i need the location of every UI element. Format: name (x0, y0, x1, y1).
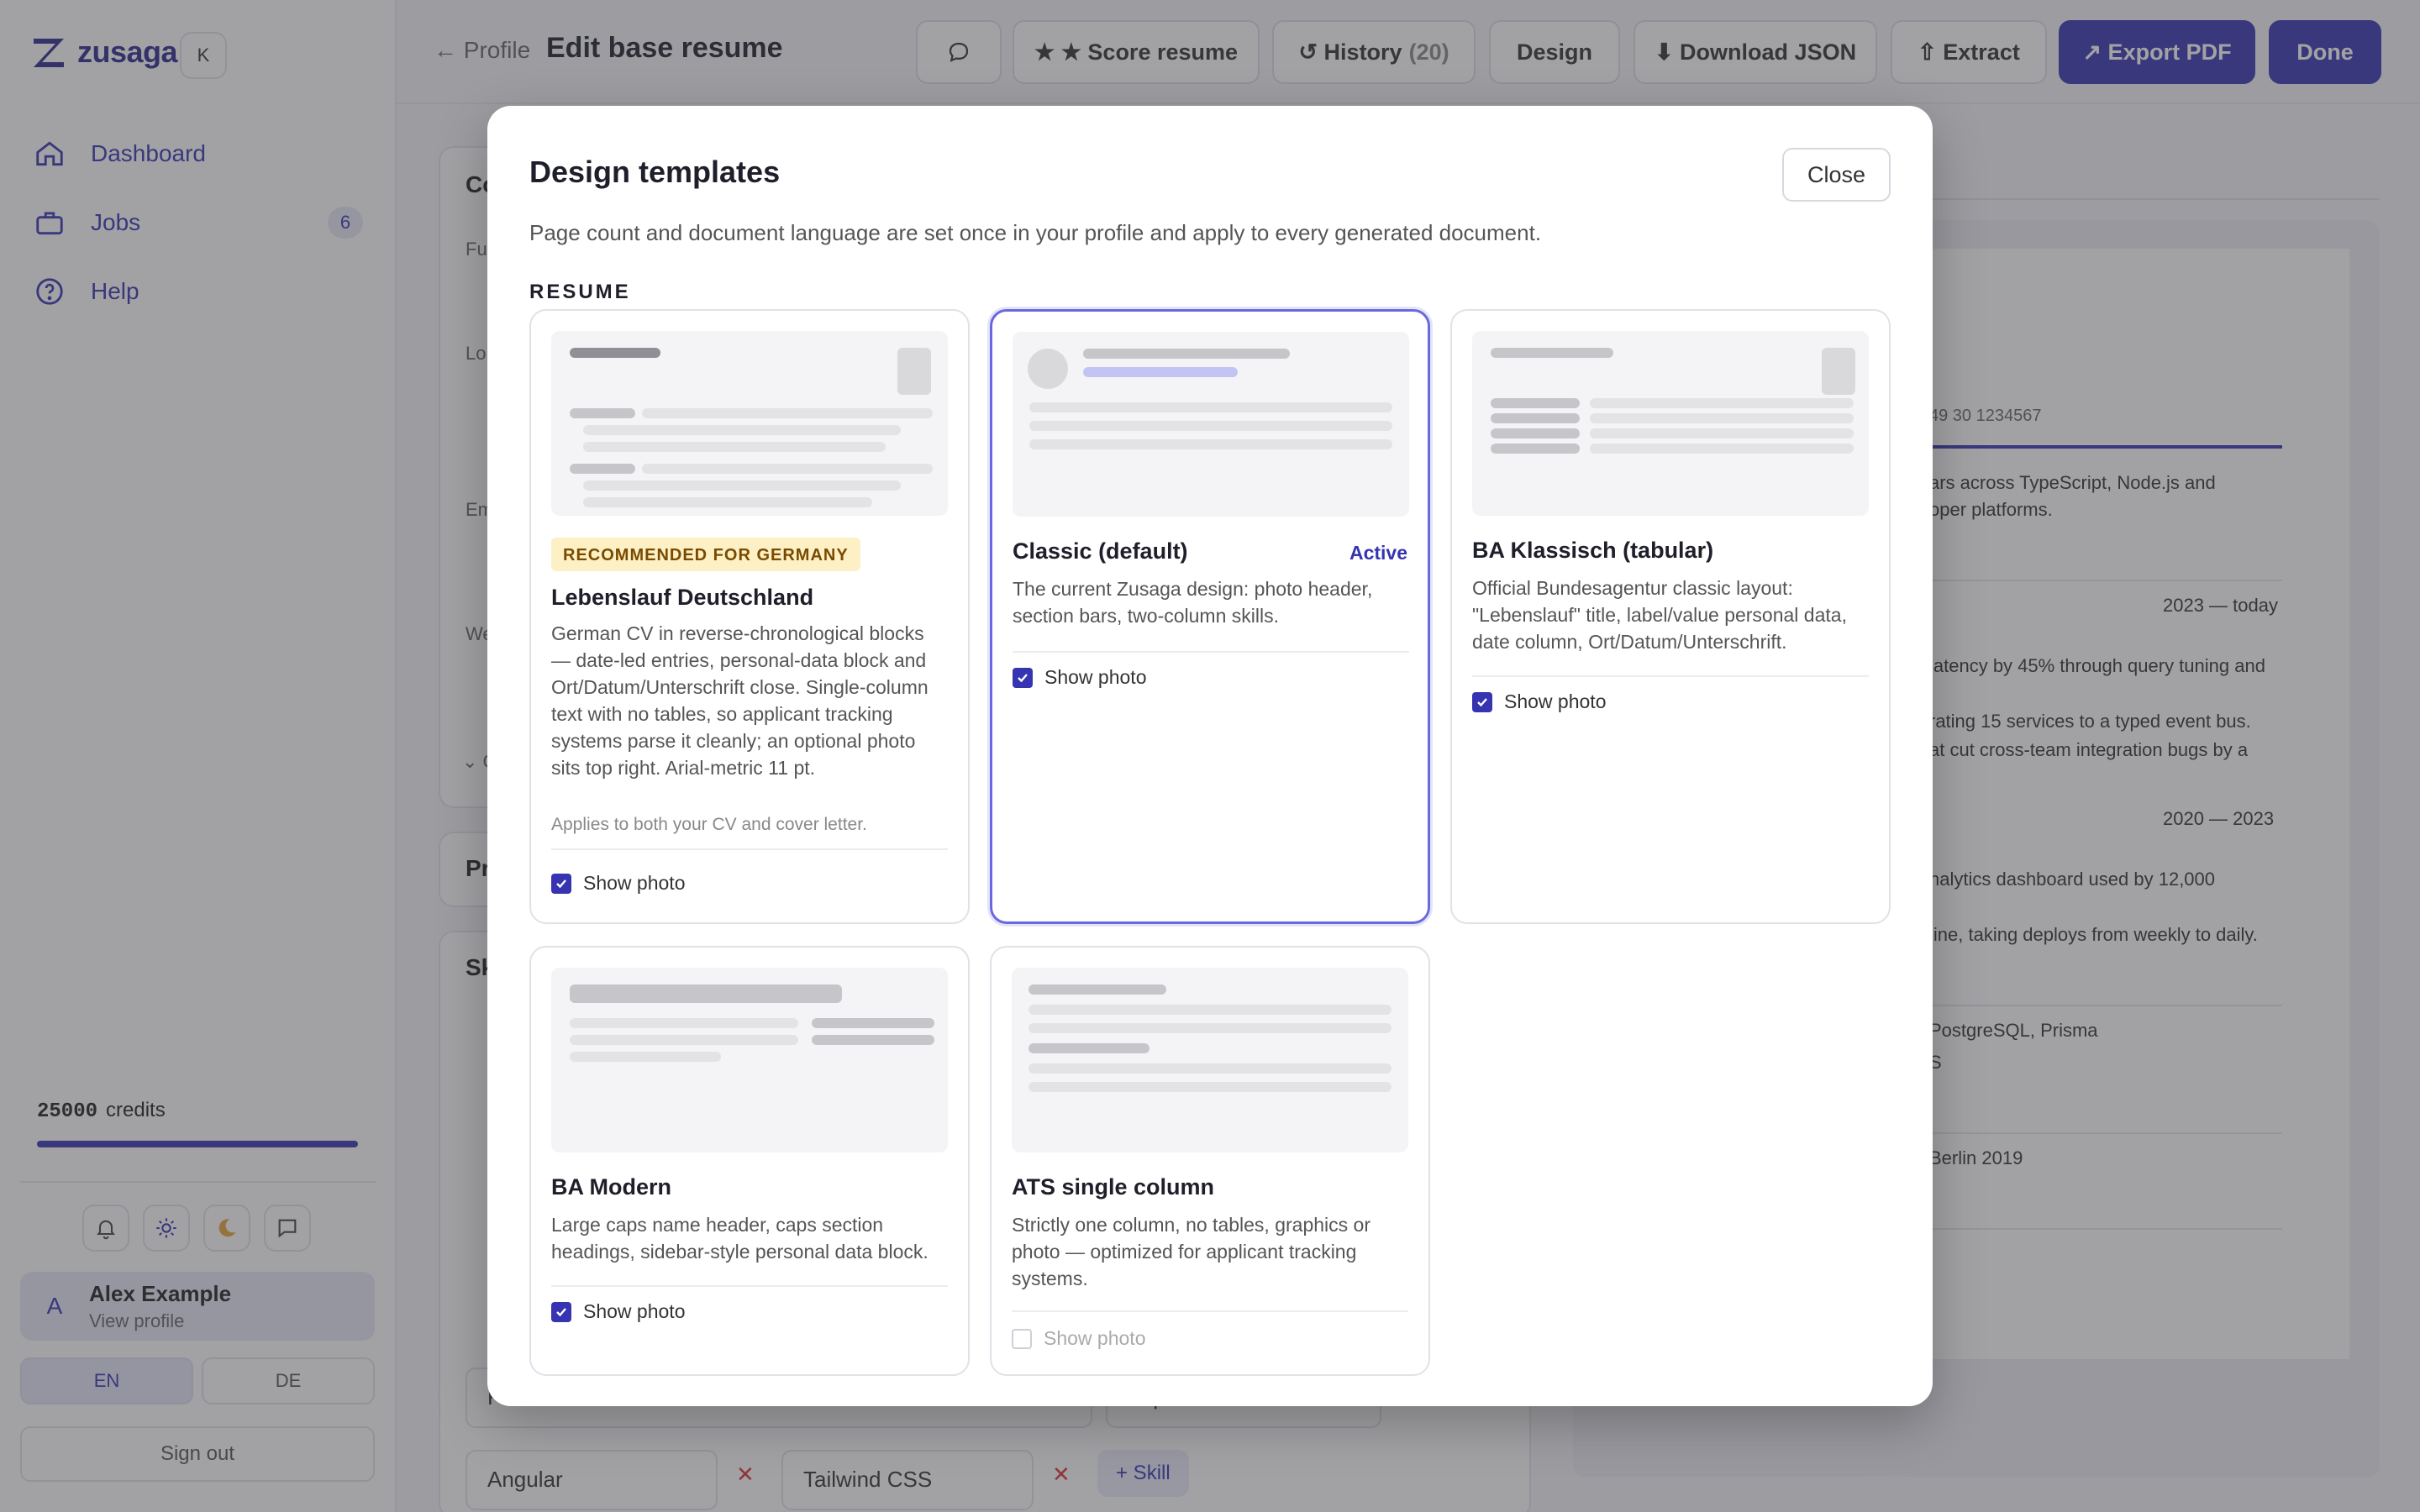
show-photo-checkbox[interactable]: Show photo (551, 1300, 685, 1323)
show-photo-label: Show photo (1504, 690, 1607, 712)
template-name: ATS single column (1012, 1174, 1215, 1200)
template-description: Large caps name header, caps section hea… (551, 1214, 929, 1263)
template-description: German CV in reverse-chronological block… (551, 622, 929, 779)
show-photo-checkbox[interactable]: Show photo (1472, 690, 1606, 713)
show-photo-label: Show photo (583, 1300, 686, 1322)
card-divider (551, 1285, 948, 1287)
template-card-ba-klassisch[interactable]: BA Klassisch (tabular) Official Bundesag… (1450, 309, 1891, 924)
show-photo-checkbox[interactable]: Show photo (1013, 666, 1146, 689)
checkbox-unchecked-icon (1012, 1328, 1032, 1349)
checkbox-checked-icon (1013, 667, 1033, 688)
section-label-resume: RESUME (529, 281, 631, 303)
active-label: Active (1349, 542, 1407, 564)
card-divider (1472, 675, 1869, 677)
show-photo-label: Show photo (583, 872, 686, 894)
card-divider (1012, 1310, 1408, 1312)
template-name: BA Modern (551, 1174, 671, 1200)
template-thumbnail (1472, 331, 1869, 516)
template-description: The current Zusaga design: photo header,… (1013, 578, 1373, 627)
show-photo-label: Show photo (1044, 666, 1147, 688)
checkbox-checked-icon (1472, 691, 1492, 712)
template-name: Lebenslauf Deutschland (551, 585, 814, 610)
template-thumbnail (551, 331, 948, 516)
modal-title: Design templates (529, 155, 781, 189)
show-photo-label: Show photo (1044, 1327, 1146, 1349)
checkbox-checked-icon (551, 873, 571, 894)
template-thumbnail (551, 968, 948, 1152)
template-note: Applies to both your CV and cover letter… (551, 815, 867, 834)
show-photo-checkbox[interactable]: Show photo (551, 872, 685, 895)
template-thumbnail (1013, 332, 1409, 517)
checkbox-checked-icon (551, 1301, 571, 1322)
card-divider (551, 848, 948, 850)
show-photo-checkbox-disabled: Show photo (1012, 1327, 1145, 1350)
template-card-lebenslauf[interactable]: RECOMMENDED FOR GERMANY Lebenslauf Deuts… (529, 309, 970, 924)
template-card-ats-single-column[interactable]: ATS single column Strictly one column, n… (990, 946, 1430, 1376)
recommended-badge: RECOMMENDED FOR GERMANY (551, 538, 860, 571)
template-description: Official Bundesagentur classic layout: "… (1472, 577, 1847, 653)
modal-subtitle: Page count and document language are set… (529, 220, 1542, 245)
close-button[interactable]: Close (1781, 148, 1891, 202)
template-card-classic[interactable]: Classic (default) Active The current Zus… (990, 309, 1430, 924)
template-name: BA Klassisch (tabular) (1472, 538, 1714, 563)
template-name: Classic (default) (1013, 538, 1188, 564)
template-thumbnail (1012, 968, 1408, 1152)
design-templates-modal: Design templates Close Page count and do… (487, 106, 1933, 1406)
card-divider (1013, 651, 1409, 653)
template-description: Strictly one column, no tables, graphics… (1012, 1214, 1370, 1289)
template-card-ba-modern[interactable]: BA Modern Large caps name header, caps s… (529, 946, 970, 1376)
